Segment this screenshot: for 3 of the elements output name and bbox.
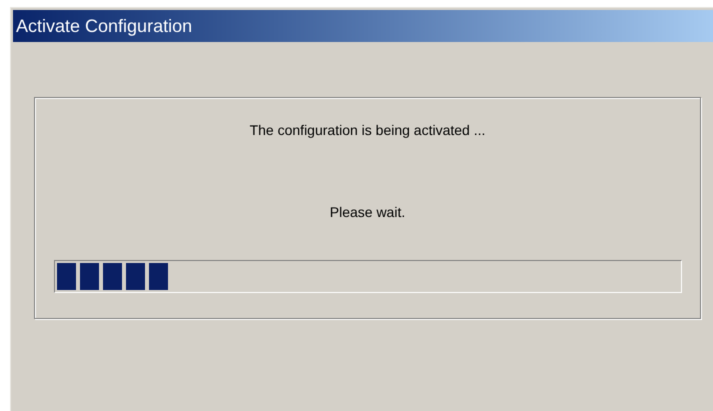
status-message: The configuration is being activated ... — [250, 121, 486, 140]
window-title: Activate Configuration — [16, 17, 192, 35]
wait-message: Please wait. — [330, 203, 406, 222]
